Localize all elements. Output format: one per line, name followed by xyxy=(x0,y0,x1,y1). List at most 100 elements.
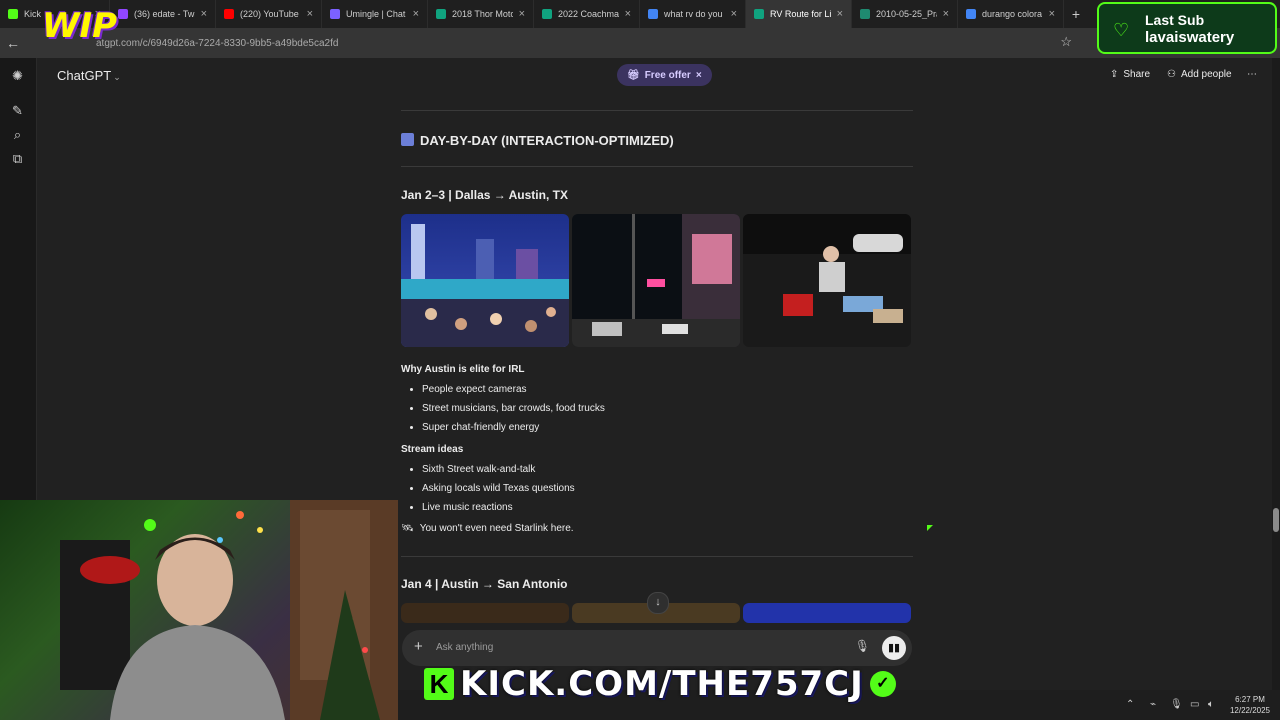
browser-tab[interactable]: 2022 Coachman × xyxy=(534,0,640,28)
back-icon[interactable]: ← xyxy=(0,35,26,51)
last-sub-widget: ♡ Last Sub lavaiswatery xyxy=(1097,2,1277,54)
day-heading: Jan 2–3 | Dallas → Austin, TX xyxy=(401,188,568,202)
tab-favicon-icon xyxy=(224,9,234,19)
section-heading-text: DAY-BY-DAY (INTERACTION-OPTIMIZED) xyxy=(420,133,674,148)
tab-favicon-icon xyxy=(966,9,976,19)
last-sub-name: lavaiswatery xyxy=(1145,29,1235,46)
chat-composer: + Ask anything 🎙︎ ▮▮ xyxy=(402,630,912,666)
browser-tab[interactable]: what rv do you × xyxy=(640,0,746,28)
gallery-image[interactable] xyxy=(401,603,569,623)
webcam-image xyxy=(60,500,398,720)
note-line: 🛰︎ You won't even need Starlink here. xyxy=(401,523,913,534)
kick-url-text: KICK.COM/THE757CJ xyxy=(460,664,864,704)
verified-check-icon: ✓ xyxy=(869,671,896,697)
search-icon[interactable]: ⌕ xyxy=(10,127,25,142)
scrollbar-thumb[interactable] xyxy=(1273,508,1279,532)
tab-close-icon[interactable]: × xyxy=(413,8,419,20)
tab-title: 2022 Coachman xyxy=(558,9,619,19)
bookmark-star-icon[interactable]: ☆ xyxy=(1060,34,1072,50)
satellite-icon: 🛰︎ xyxy=(401,523,414,534)
browser-tab[interactable]: (36) edate - Twi × xyxy=(110,0,216,28)
browser-tab[interactable]: RV Route for Liv × xyxy=(746,0,852,28)
free-offer-button[interactable]: 🎁︎ Free offer × xyxy=(617,64,712,86)
assistant-message: DAY-BY-DAY (INTERACTION-OPTIMIZED) Jan 2… xyxy=(401,100,913,623)
browser-tab-strip: Kick × (36) edate - Twi × (220) YouTube × Umin… xyxy=(0,0,1280,28)
display-icon[interactable]: ▭ xyxy=(1190,699,1199,710)
why-heading: Why Austin is elite for IRL xyxy=(401,364,525,375)
webcam-overlay xyxy=(0,500,398,720)
browser-tab[interactable]: Umingle | Chat × xyxy=(322,0,428,28)
tab-close-icon[interactable]: × xyxy=(1049,8,1055,20)
kick-url-banner: K KICK.COM/THE757CJ ✓ xyxy=(424,664,896,704)
more-options-icon[interactable]: ⋯ xyxy=(1247,69,1257,80)
tab-title: durango colora xyxy=(982,9,1043,19)
day-heading: Jan 4 | Austin → San Antonio xyxy=(401,577,568,591)
plus-icon[interactable]: + xyxy=(414,638,423,655)
scrollbar[interactable] xyxy=(1272,58,1280,720)
voice-mode-button[interactable]: ▮▮ xyxy=(882,636,906,660)
list-item: Super chat-friendly energy xyxy=(422,418,913,437)
chatgpt-logo-icon[interactable]: ✺ xyxy=(10,68,25,83)
tab-favicon-icon xyxy=(648,9,658,19)
tab-favicon-icon xyxy=(330,9,340,19)
divider xyxy=(401,110,913,111)
gallery-image-street-musician[interactable] xyxy=(743,214,911,347)
url-field[interactable]: atgpt.com/c/6949d26a-7224-8330-9bb5-a49b… xyxy=(96,38,338,49)
scroll-to-bottom-button[interactable]: ↓ xyxy=(647,592,669,614)
tab-title: 2018 Thor Moto xyxy=(452,9,513,19)
kick-logo-icon: K xyxy=(424,668,454,700)
tab-favicon-icon xyxy=(118,9,128,19)
gallery-image[interactable] xyxy=(743,603,911,623)
add-people-button[interactable]: ⚇ Add people xyxy=(1167,69,1232,80)
share-icon: ⇪ xyxy=(1110,69,1119,80)
ideas-list: Sixth Street walk-and-talk Asking locals… xyxy=(401,460,913,517)
divider xyxy=(401,166,913,167)
microphone-icon[interactable]: 🎙︎ xyxy=(855,639,870,653)
last-sub-label: Last Sub xyxy=(1145,12,1205,28)
image-gallery xyxy=(401,214,913,347)
tab-favicon-icon xyxy=(754,9,764,19)
gallery-image-street-night[interactable] xyxy=(572,214,740,347)
tab-close-icon[interactable]: × xyxy=(943,8,949,20)
note-text: You won't even need Starlink here. xyxy=(419,523,574,534)
browser-tab[interactable]: 2010-05-25_Pra × xyxy=(852,0,958,28)
tab-close-icon[interactable]: × xyxy=(837,8,843,20)
clock-time: 6:27 PM xyxy=(1235,695,1265,704)
tab-close-icon[interactable]: × xyxy=(731,8,737,20)
brand-label: ChatGPT xyxy=(57,68,112,83)
calendar-icon xyxy=(401,133,414,146)
network-icon[interactable]: ⌁ xyxy=(1150,699,1156,710)
tab-title: (220) YouTube xyxy=(240,9,299,19)
new-tab-icon[interactable]: + xyxy=(1064,6,1088,22)
mouse-cursor-icon xyxy=(927,525,933,531)
volume-icon[interactable]: 🔈︎ xyxy=(1208,699,1214,710)
list-item: Street musicians, bar crowds, food truck… xyxy=(422,399,913,418)
streamer-logo: WIP xyxy=(42,6,118,46)
person-icon: ⚇ xyxy=(1167,69,1176,80)
tab-close-icon[interactable]: × xyxy=(201,8,207,20)
tab-close-icon[interactable]: × xyxy=(519,8,525,20)
why-list: People expect cameras Street musicians, … xyxy=(401,380,913,437)
share-button[interactable]: ⇪ Share xyxy=(1110,69,1150,80)
browser-tab[interactable]: durango colora × xyxy=(958,0,1064,28)
tab-close-icon[interactable]: × xyxy=(307,8,313,20)
list-item: People expect cameras xyxy=(422,380,913,399)
list-item: Sixth Street walk-and-talk xyxy=(422,460,913,479)
tab-close-icon[interactable]: × xyxy=(625,8,631,20)
clock-date: 12/22/2025 xyxy=(1229,706,1270,715)
divider xyxy=(401,556,913,557)
browser-tab[interactable]: 2018 Thor Moto × xyxy=(428,0,534,28)
gallery-image-sixth-street-crowd[interactable] xyxy=(401,214,569,347)
browser-tab[interactable]: (220) YouTube × xyxy=(216,0,322,28)
heart-icon: ♡ xyxy=(1113,20,1130,40)
clock[interactable]: 6:27 PM 12/22/2025 xyxy=(1230,694,1270,716)
close-icon[interactable]: × xyxy=(696,70,702,81)
mic-tray-icon[interactable]: 🎙︎ xyxy=(1170,699,1183,710)
prompt-input[interactable]: Ask anything xyxy=(436,642,493,653)
model-selector[interactable]: ChatGPT ⌄ xyxy=(57,68,121,83)
library-icon[interactable]: ⧉ xyxy=(10,151,25,166)
section-heading: DAY-BY-DAY (INTERACTION-OPTIMIZED) xyxy=(401,133,913,148)
tab-title: RV Route for Liv xyxy=(770,9,831,19)
chevron-up-icon[interactable]: ⌃ xyxy=(1126,699,1134,710)
new-chat-icon[interactable]: ✎ xyxy=(10,103,25,118)
